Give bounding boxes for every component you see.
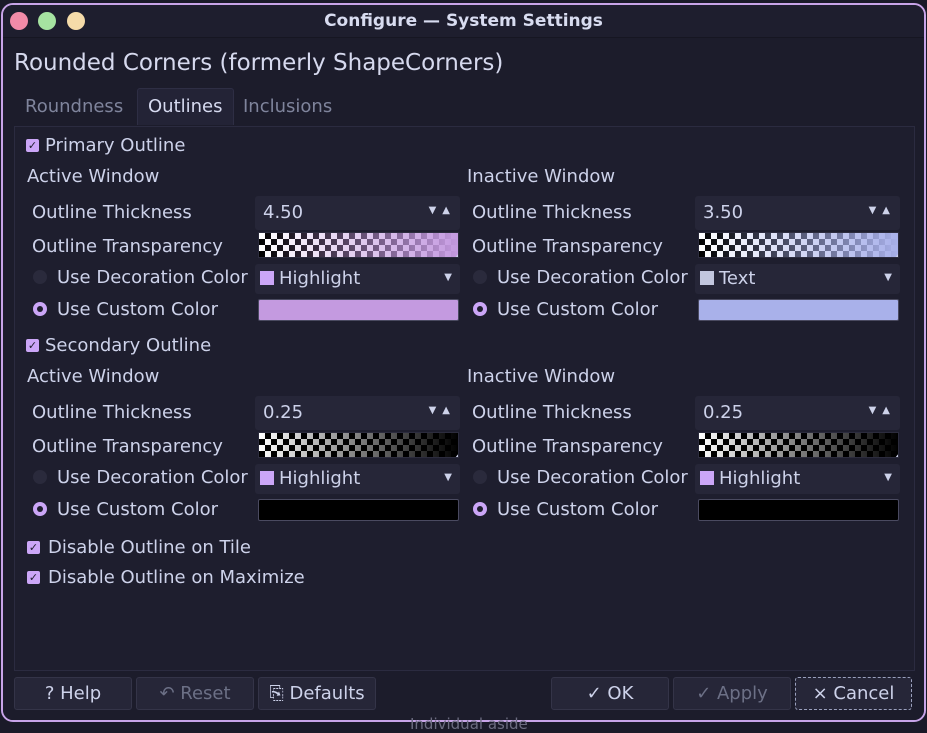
spin-arrows-icon[interactable]: ▼▲: [869, 405, 896, 416]
spin-arrows-icon[interactable]: ▼▲: [869, 205, 896, 216]
content-area: Rounded Corners (formerly ShapeCorners) …: [3, 38, 924, 720]
reset-button[interactable]: ↶ Reset: [136, 677, 254, 710]
secondary-outline-checkbox[interactable]: ✓: [26, 339, 39, 352]
combo-value: Text: [719, 268, 756, 289]
primary-inactive-custom-label: Use Custom Color: [497, 299, 659, 320]
color-swatch: [700, 271, 714, 285]
secondary-inactive-thickness-label: Outline Thickness: [472, 402, 632, 423]
secondary-inactive-custom-radio[interactable]: [473, 502, 487, 516]
secondary-active-custom-color-button[interactable]: [258, 499, 459, 521]
spin-arrows-icon[interactable]: ▼▲: [429, 205, 456, 216]
page-title: Rounded Corners (formerly ShapeCorners): [14, 50, 504, 76]
primary-active-custom-radio[interactable]: [33, 302, 47, 316]
primary-inactive-transparency-label: Outline Transparency: [472, 236, 663, 257]
chevron-down-icon: ▼: [444, 472, 452, 483]
primary-inactive-decoration-label: Use Decoration Color: [497, 267, 688, 288]
slider-handle-icon[interactable]: [455, 453, 458, 457]
secondary-active-custom-label: Use Custom Color: [57, 499, 219, 520]
color-swatch: [260, 471, 274, 485]
secondary-active-transparency-slider[interactable]: [258, 432, 459, 458]
secondary-active-transparency-label: Outline Transparency: [32, 436, 223, 457]
transparency-gradient: [699, 433, 898, 457]
slider-handle-icon[interactable]: [895, 453, 898, 457]
secondary-active-decoration-combo[interactable]: Highlight ▼: [255, 464, 460, 494]
color-swatch: [700, 471, 714, 485]
primary-inactive-custom-radio[interactable]: [473, 302, 487, 316]
secondary-inactive-thickness-spinbox[interactable]: 0.25 ▼▲: [695, 396, 900, 430]
defaults-label: Defaults: [289, 683, 365, 704]
secondary-inactive-custom-color-button[interactable]: [698, 499, 899, 521]
disable-tile-label: Disable Outline on Tile: [48, 537, 251, 558]
tab-inclusions-exclusions[interactable]: Inclusions & Exclusions: [243, 89, 337, 189]
spinbox-value: 3.50: [703, 202, 744, 223]
primary-outline-label: Primary Outline: [45, 135, 186, 156]
spinbox-value: 0.25: [703, 402, 744, 423]
primary-inactive-decoration-combo[interactable]: Text ▼: [695, 264, 900, 294]
secondary-inactive-decoration-radio[interactable]: [473, 470, 487, 484]
configure-window: Configure — System Settings Rounded Corn…: [1, 3, 926, 722]
primary-active-window-heading: Active Window: [27, 166, 160, 187]
window-title: Configure — System Settings: [324, 11, 603, 31]
spin-arrows-icon[interactable]: ▼▲: [429, 405, 456, 416]
secondary-inactive-decoration-label: Use Decoration Color: [497, 467, 688, 488]
disable-tile-checkbox[interactable]: ✓: [27, 541, 40, 554]
transparency-gradient: [699, 233, 898, 257]
tab-outlines[interactable]: Outlines: [137, 88, 234, 125]
chevron-down-icon: ▼: [884, 472, 892, 483]
cancel-button[interactable]: × Cancel: [795, 677, 912, 710]
primary-inactive-thickness-spinbox[interactable]: 3.50 ▼▲: [695, 196, 900, 230]
disable-maximize-checkbox[interactable]: ✓: [27, 571, 40, 584]
primary-inactive-transparency-slider[interactable]: [698, 232, 899, 258]
primary-active-thickness-spinbox[interactable]: 4.50 ▼▲: [255, 196, 460, 230]
title-bar: Configure — System Settings: [3, 5, 924, 38]
secondary-inactive-transparency-slider[interactable]: [698, 432, 899, 458]
help-button[interactable]: ? Help: [14, 677, 132, 710]
secondary-active-decoration-label: Use Decoration Color: [57, 467, 248, 488]
primary-active-custom-label: Use Custom Color: [57, 299, 219, 320]
background-window-text: Individual aside: [410, 715, 528, 733]
primary-active-decoration-label: Use Decoration Color: [57, 267, 248, 288]
combo-value: Highlight: [279, 468, 361, 489]
spinbox-value: 0.25: [263, 402, 304, 423]
primary-inactive-thickness-label: Outline Thickness: [472, 202, 632, 223]
primary-outline-checkbox[interactable]: ✓: [26, 139, 39, 152]
transparency-gradient: [259, 233, 458, 257]
secondary-active-window-heading: Active Window: [27, 366, 160, 387]
secondary-active-thickness-spinbox[interactable]: 0.25 ▼▲: [255, 396, 460, 430]
combo-value: Highlight: [279, 268, 361, 289]
color-swatch: [260, 271, 274, 285]
chevron-down-icon: ▼: [884, 272, 892, 283]
primary-active-custom-color-button[interactable]: [258, 299, 459, 321]
defaults-button[interactable]: ⎘ Defaults: [258, 677, 376, 710]
primary-active-decoration-combo[interactable]: Highlight ▼: [255, 264, 460, 294]
secondary-active-decoration-radio[interactable]: [33, 470, 47, 484]
defaults-icon: ⎘: [269, 683, 290, 704]
secondary-outline-label: Secondary Outline: [45, 335, 212, 356]
secondary-active-thickness-label: Outline Thickness: [32, 402, 192, 423]
slider-handle-icon[interactable]: [895, 253, 898, 257]
tab-roundness[interactable]: Roundness: [25, 89, 123, 125]
primary-active-decoration-radio[interactable]: [33, 270, 47, 284]
primary-inactive-custom-color-button[interactable]: [698, 299, 899, 321]
apply-button[interactable]: ✓ Apply: [673, 677, 791, 710]
transparency-gradient: [259, 433, 458, 457]
secondary-inactive-custom-label: Use Custom Color: [497, 499, 659, 520]
disable-maximize-label: Disable Outline on Maximize: [48, 567, 305, 588]
spinbox-value: 4.50: [263, 202, 304, 223]
primary-inactive-window-heading: Inactive Window: [467, 166, 616, 187]
chevron-down-icon: ▼: [444, 272, 452, 283]
secondary-active-custom-radio[interactable]: [33, 502, 47, 516]
combo-value: Highlight: [719, 468, 801, 489]
secondary-inactive-decoration-combo[interactable]: Highlight ▼: [695, 464, 900, 494]
primary-active-thickness-label: Outline Thickness: [32, 202, 192, 223]
ok-button[interactable]: ✓ OK: [551, 677, 669, 710]
secondary-inactive-window-heading: Inactive Window: [467, 366, 616, 387]
slider-handle-icon[interactable]: [455, 253, 458, 257]
primary-inactive-decoration-radio[interactable]: [473, 270, 487, 284]
primary-active-transparency-slider[interactable]: [258, 232, 459, 258]
primary-active-transparency-label: Outline Transparency: [32, 236, 223, 257]
outlines-panel: ✓ Primary Outline Active Window Inactive…: [14, 126, 915, 671]
secondary-inactive-transparency-label: Outline Transparency: [472, 436, 663, 457]
